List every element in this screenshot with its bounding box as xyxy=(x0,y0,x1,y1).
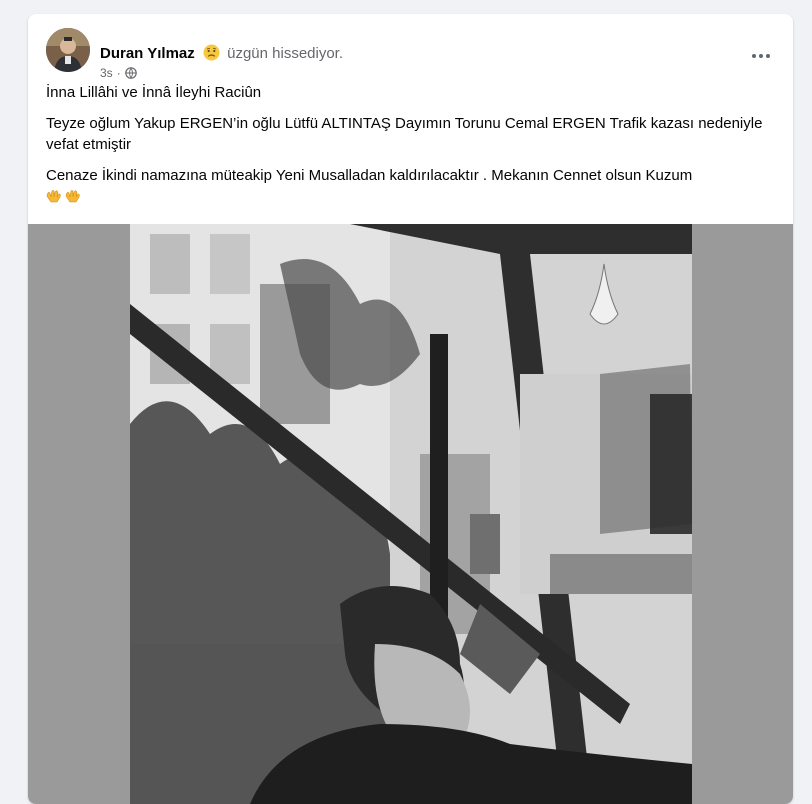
emoji-row xyxy=(46,188,81,204)
post-meta: 3s · xyxy=(100,66,137,80)
post-paragraph-3-text: Cenaze İkindi namazına müteakip Yeni Mus… xyxy=(46,167,693,184)
more-options-button[interactable] xyxy=(743,38,779,74)
more-options-icon xyxy=(752,54,770,58)
sad-face-icon xyxy=(203,44,220,61)
post-paragraph-1: İnna Lillâhi ve İnnâ İleyhi Raciûn xyxy=(46,84,262,101)
open-hands-icon xyxy=(46,190,61,203)
post-header: Duran Yılmaz üzgün hissediyor. 3s · xyxy=(46,28,779,80)
post-photo[interactable] xyxy=(130,224,692,804)
globe-icon[interactable] xyxy=(124,67,137,79)
post-time[interactable]: 3s xyxy=(100,66,113,80)
author-name[interactable]: Duran Yılmaz xyxy=(100,45,195,62)
open-hands-icon xyxy=(65,190,80,203)
post-card: Duran Yılmaz üzgün hissediyor. 3s · İnna… xyxy=(28,14,793,804)
post-media xyxy=(28,224,793,804)
post-paragraph-3: Cenaze İkindi namazına müteakip Yeni Mus… xyxy=(46,165,777,210)
author-avatar[interactable] xyxy=(46,28,90,72)
meta-separator: · xyxy=(116,66,121,80)
post-text: İnna Lillâhi ve İnnâ İleyhi Raciûn Teyze… xyxy=(46,82,777,210)
post-paragraph-2: Teyze oğlum Yakup ERGEN’in oğlu Lütfü AL… xyxy=(46,115,763,153)
author-line: Duran Yılmaz üzgün hissediyor. xyxy=(100,44,343,64)
feeling-text: üzgün hissediyor. xyxy=(227,45,344,62)
